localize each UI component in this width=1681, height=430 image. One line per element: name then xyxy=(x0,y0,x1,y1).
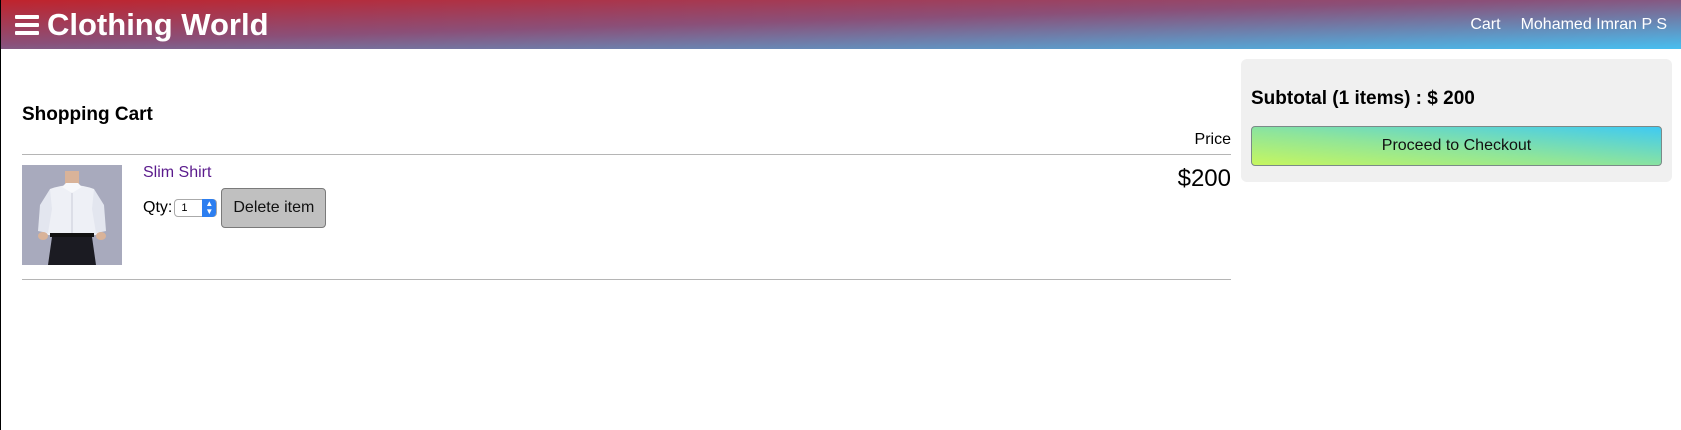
delete-item-button[interactable]: Delete item xyxy=(221,188,327,228)
proceed-to-checkout-button[interactable]: Proceed to Checkout xyxy=(1251,126,1662,166)
qty-label: Qty: xyxy=(143,199,173,216)
cart-title: Shopping Cart xyxy=(22,104,153,125)
shopping-cart-panel: Shopping Cart Price Slim Shirt Qty: 1 ▲ … xyxy=(22,104,1231,280)
quantity-select[interactable]: 1 ▲ ▼ xyxy=(174,199,218,217)
order-summary-panel: Subtotal (1 items) : $ 200 Proceed to Ch… xyxy=(1241,59,1672,182)
select-arrows-icon: ▲ ▼ xyxy=(202,199,217,217)
page: Clothing World Cart Mohamed Imran P S Sh… xyxy=(0,0,1681,430)
subtotal-text: Subtotal (1 items) : $ 200 xyxy=(1251,88,1475,109)
quantity-value: 1 xyxy=(181,202,188,214)
user-account-link[interactable]: Mohamed Imran P S xyxy=(1521,16,1667,34)
brand-title-link[interactable]: Clothing World xyxy=(47,9,269,40)
brand: Clothing World xyxy=(1,9,269,40)
product-image xyxy=(22,165,122,265)
header-nav: Cart Mohamed Imran P S xyxy=(1450,16,1681,34)
cart-item-info: Slim Shirt Qty: 1 ▲ ▼ Delete item xyxy=(143,164,327,228)
quantity-line: Qty: 1 ▲ ▼ Delete item xyxy=(143,188,327,228)
cart-link[interactable]: Cart xyxy=(1470,16,1500,34)
item-price: $200 xyxy=(1177,165,1231,192)
product-name-link[interactable]: Slim Shirt xyxy=(143,164,211,181)
cart-item-row: Slim Shirt Qty: 1 ▲ ▼ Delete item $200 xyxy=(22,155,1231,279)
hamburger-menu-icon[interactable] xyxy=(15,14,39,35)
price-column-heading: Price xyxy=(1194,131,1231,148)
top-navbar: Clothing World Cart Mohamed Imran P S xyxy=(1,0,1681,49)
divider xyxy=(22,279,1231,280)
